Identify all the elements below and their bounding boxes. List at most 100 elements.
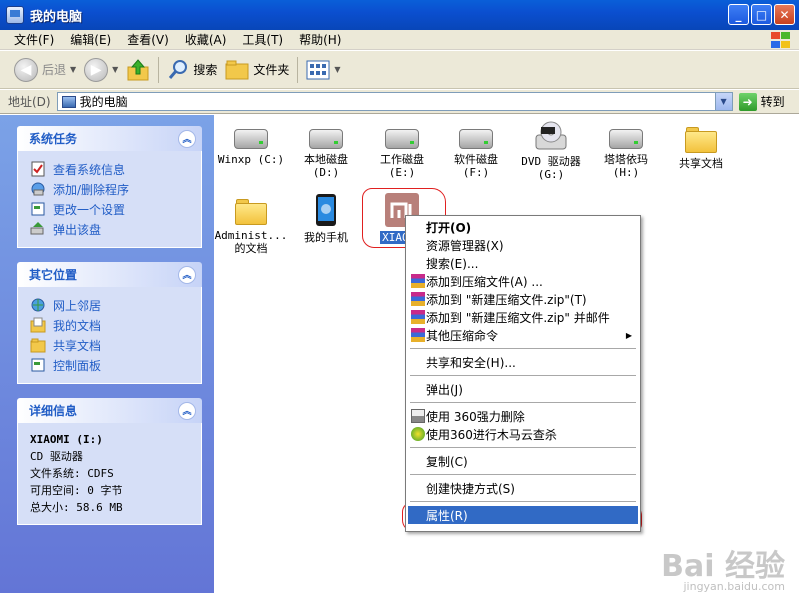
drive-f[interactable]: 软件磁盘 (F:): [437, 121, 515, 179]
task-add-remove-programs[interactable]: 添加/删除程序: [30, 179, 191, 199]
menu-view[interactable]: 查看(V): [119, 31, 177, 48]
menu-add-zip[interactable]: 添加到 "新建压缩文件.zip"(T): [408, 290, 638, 308]
drive-h[interactable]: 塔塔依玛 (H:): [587, 121, 665, 179]
menu-help[interactable]: 帮助(H): [291, 31, 349, 48]
back-button[interactable]: ◀ 后退 ▼: [10, 54, 80, 86]
menu-other-compress[interactable]: 其他压缩命令 ▶: [408, 326, 638, 344]
drive-d[interactable]: 本地磁盘 (D:): [287, 121, 365, 179]
menu-properties[interactable]: 属性(R): [408, 506, 638, 524]
submenu-arrow-icon: ▶: [625, 330, 632, 340]
task-view-system-info[interactable]: 查看系统信息: [30, 159, 191, 179]
views-icon: [306, 60, 330, 79]
winrar-icon: [411, 274, 425, 288]
menu-favorites[interactable]: 收藏(A): [177, 31, 235, 48]
hard-drive-icon: [459, 129, 493, 149]
baidu-watermark: Bai 经验: [661, 549, 785, 584]
folder-icon: [235, 199, 267, 225]
folders-button[interactable]: 文件夹: [221, 54, 293, 86]
control-panel-icon: [31, 202, 45, 216]
menu-tools[interactable]: 工具(T): [234, 31, 291, 48]
my-phone[interactable]: 我的手机: [287, 193, 365, 244]
hard-drive-icon: [234, 129, 268, 149]
menu-separator: [410, 447, 636, 448]
details-filesystem: 文件系统: CDFS: [30, 467, 114, 480]
baidu-watermark-url: jingyan.baidu.com: [683, 580, 785, 593]
address-dropdown-button[interactable]: ▼: [714, 93, 732, 110]
menu-create-shortcut[interactable]: 创建快捷方式(S): [408, 479, 638, 497]
task-pane: 系统任务 ︽ 查看系统信息 添加/删除程序 更改一个设置 弹出该盘 其它位置 ︽…: [0, 115, 214, 593]
maximize-button[interactable]: □: [751, 4, 772, 25]
go-arrow-icon: ➜: [738, 92, 757, 111]
collapse-icon[interactable]: ︽: [178, 265, 196, 284]
menu-copy[interactable]: 复制(C): [408, 452, 638, 470]
my-computer-icon: [6, 6, 24, 24]
toolbar: ◀ 后退 ▼ ▶ ▼ 搜索 文件夹 ▼: [0, 51, 799, 89]
address-input[interactable]: 我的电脑 ▼: [56, 92, 733, 111]
close-button[interactable]: ✕: [774, 4, 795, 25]
360-security-icon: [411, 427, 425, 441]
menu-edit[interactable]: 编辑(E): [62, 31, 119, 48]
drive-e[interactable]: 工作磁盘 (E:): [363, 121, 441, 179]
toolbar-separator: [158, 56, 160, 83]
menu-file[interactable]: 文件(F): [6, 31, 62, 48]
add-remove-programs-icon: [31, 182, 45, 196]
window-title: 我的电脑: [30, 9, 83, 25]
eject-icon: [30, 222, 44, 235]
place-control-panel[interactable]: 控制面板: [30, 355, 191, 375]
other-places-panel: 其它位置 ︽ 网上邻居 我的文档 共享文档 控制面板: [17, 262, 202, 384]
address-value: 我的电脑: [79, 95, 128, 109]
up-folder-icon: [127, 58, 149, 80]
details-type: CD 驱动器: [30, 450, 83, 463]
hard-drive-icon: [385, 129, 419, 149]
place-network[interactable]: 网上邻居: [30, 295, 191, 315]
menu-360-delete[interactable]: 使用 360强力删除: [408, 407, 638, 425]
details-total-size: 总大小: 58.6 MB: [30, 501, 123, 514]
system-tasks-header[interactable]: 系统任务 ︽: [17, 126, 202, 151]
place-shared-documents[interactable]: 共享文档: [30, 335, 191, 355]
place-my-documents[interactable]: 我的文档: [30, 315, 191, 335]
control-panel-icon: [31, 358, 45, 372]
my-documents-icon: [30, 317, 46, 333]
details-header[interactable]: 详细信息 ︽: [17, 398, 202, 423]
menu-add-zip-email[interactable]: 添加到 "新建压缩文件.zip" 并邮件: [408, 308, 638, 326]
winrar-icon: [411, 310, 425, 324]
menu-open[interactable]: 打开(O): [408, 218, 638, 236]
chevron-down-icon: ▼: [70, 65, 77, 74]
back-arrow-icon: ◀: [14, 57, 38, 82]
system-tasks-panel: 系统任务 ︽ 查看系统信息 添加/删除程序 更改一个设置 弹出该盘: [17, 126, 202, 248]
menu-360-scan[interactable]: 使用360进行木马云查杀: [408, 425, 638, 443]
shared-folder-icon: [685, 127, 717, 153]
menu-separator: [410, 501, 636, 502]
collapse-icon[interactable]: ︽: [178, 129, 196, 148]
task-eject-disk[interactable]: 弹出该盘: [30, 219, 191, 239]
search-button[interactable]: 搜索: [163, 54, 221, 86]
task-change-setting[interactable]: 更改一个设置: [30, 199, 191, 219]
menu-separator: [410, 375, 636, 376]
minimize-button[interactable]: _: [728, 4, 749, 25]
network-places-icon: [31, 298, 45, 312]
details-free-space: 可用空间: 0 字节: [30, 484, 123, 497]
menu-search[interactable]: 搜索(E)...: [408, 254, 638, 272]
forward-button[interactable]: ▶ ▼: [80, 54, 122, 86]
drive-g-dvd[interactable]: DVD 驱动器 (G:): [512, 121, 590, 181]
drive-c[interactable]: Winxp (C:): [212, 121, 290, 166]
menu-separator: [410, 402, 636, 403]
menu-sharing-security[interactable]: 共享和安全(H)...: [408, 353, 638, 371]
menu-bar: 文件(F) 编辑(E) 查看(V) 收藏(A) 工具(T) 帮助(H): [0, 30, 799, 50]
menu-explore[interactable]: 资源管理器(X): [408, 236, 638, 254]
title-bar[interactable]: 我的电脑 _ □ ✕: [0, 0, 799, 30]
system-info-icon: [31, 161, 45, 177]
menu-eject[interactable]: 弹出(J): [408, 380, 638, 398]
menu-add-archive[interactable]: 添加到压缩文件(A) ...: [408, 272, 638, 290]
removable-drive-icon: [609, 129, 643, 149]
details-panel: 详细信息 ︽ XIAOMI (I:) CD 驱动器 文件系统: CDFS 可用空…: [17, 398, 202, 525]
collapse-icon[interactable]: ︽: [178, 401, 196, 420]
shared-documents-folder[interactable]: 共享文档: [662, 121, 740, 170]
other-places-header[interactable]: 其它位置 ︽: [17, 262, 202, 287]
views-button[interactable]: ▼: [302, 54, 344, 86]
shredder-icon: [411, 409, 425, 423]
go-button[interactable]: ➜ 转到: [738, 92, 785, 111]
up-button[interactable]: [122, 54, 154, 86]
admin-documents-folder[interactable]: Administ... 的文档: [212, 193, 290, 255]
address-label: 地址(D): [8, 95, 51, 109]
